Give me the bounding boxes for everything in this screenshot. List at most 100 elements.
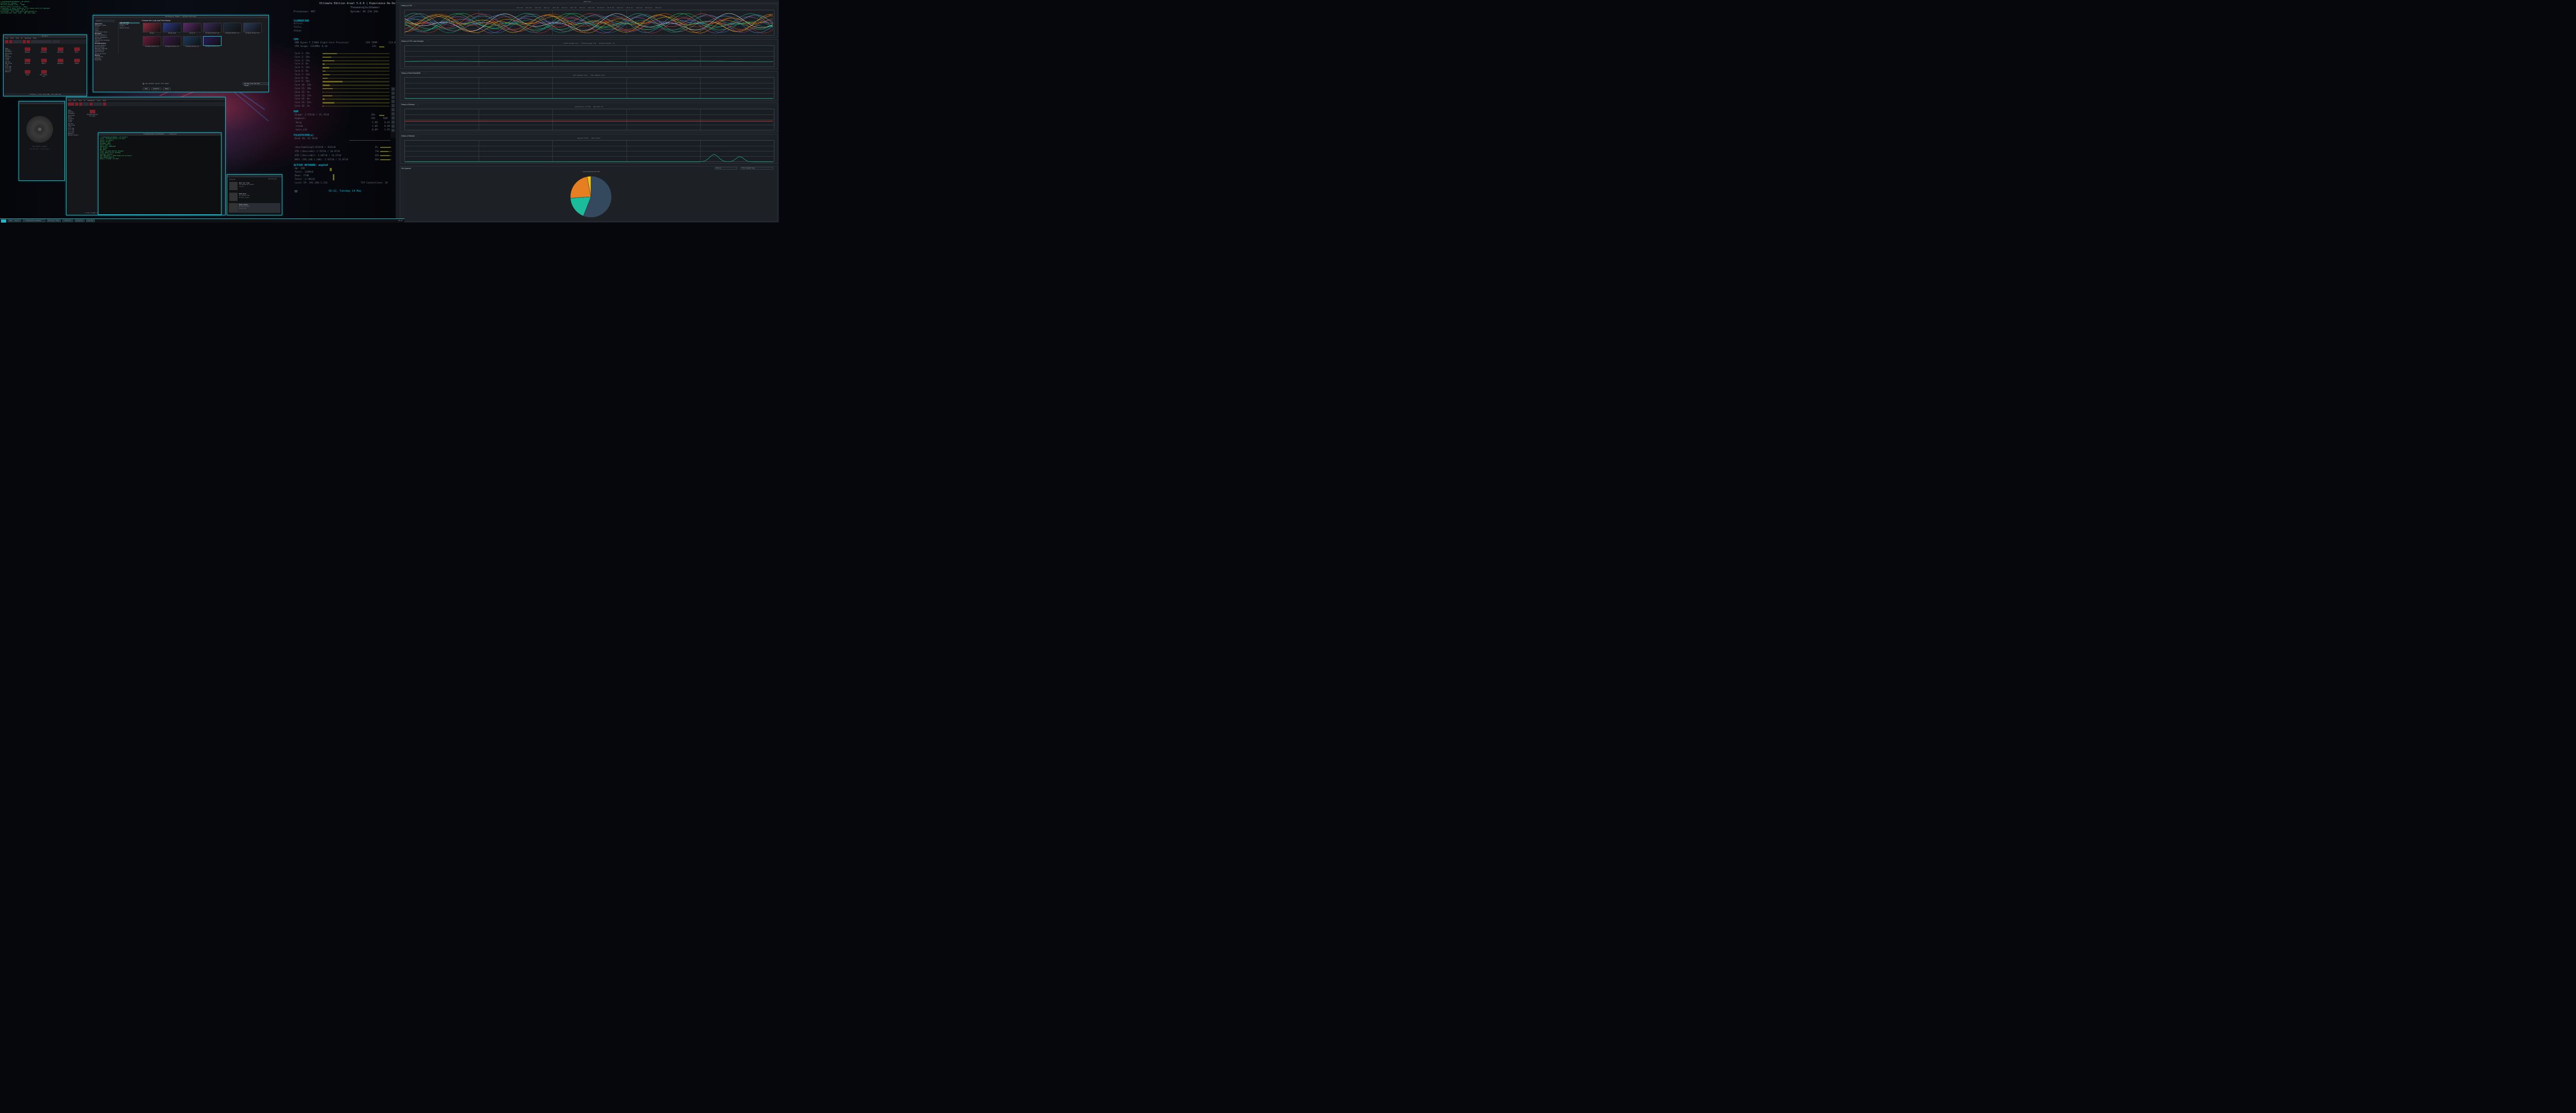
footer-button[interactable]: Help (143, 88, 150, 90)
theme-thumbnail[interactable]: Breeze Dark (163, 23, 181, 34)
folder-icon[interactable] (392, 108, 395, 111)
source-select[interactable]: Source (715, 167, 737, 170)
music-player-window[interactable]: The album is empty Add some music to thi… (19, 101, 65, 181)
taskbar-item[interactable]: Clementine (62, 220, 73, 222)
file-item[interactable]: Ultimate Edition 5.0 Arael (86, 110, 98, 117)
forward-button[interactable] (75, 103, 78, 106)
taskbar-item[interactable]: root@TheemahnJackHammer: ~ (23, 220, 45, 222)
gear-icon[interactable] (392, 104, 395, 107)
taskbar-item[interactable]: Overview (86, 220, 95, 222)
terminal-output[interactable]: [root@TheemahnJackHammer ~]# neofetch Li… (100, 137, 221, 214)
menu-settings[interactable]: Settings (25, 38, 31, 40)
footer-button[interactable]: Defaults (151, 88, 162, 90)
sidebar-item[interactable]: Network (5, 71, 21, 73)
search-input[interactable]: Search (95, 20, 115, 22)
desktop-layout-option[interactable]: Use desktop layout from theme (143, 83, 168, 85)
file-item[interactable]: Public (40, 59, 48, 64)
menu-view[interactable]: View (16, 38, 19, 40)
expand-icon[interactable]: ⛶ (418, 135, 419, 137)
file-item[interactable]: conky (23, 70, 31, 76)
theme-thumbnail[interactable]: Ultimate Edition 6.0 (243, 23, 262, 34)
expand-icon[interactable]: ⛶ (410, 167, 411, 169)
track-row[interactable]: Reminded In Coming Free Northern Lights (229, 192, 280, 202)
window-titlebar[interactable]: root@TheemahnJackHammer: ~ — Konsole (98, 133, 221, 136)
file-manager-window[interactable]: Dolphin File Edit View Go Settings Help Home D… (3, 35, 87, 96)
home-icon[interactable] (392, 88, 395, 91)
pencil-icon[interactable] (392, 92, 395, 95)
places-sidebar[interactable]: Home Desktop Documents Downloads Music Pictur… (5, 48, 21, 89)
brush-icon[interactable] (392, 96, 395, 99)
menu-go[interactable]: Go (84, 100, 86, 102)
settings-section-item[interactable]: Bluetooth (95, 59, 117, 61)
expand-icon[interactable]: ⛶ (417, 104, 418, 106)
theme-thumbnail[interactable]: Ultimate Edition 5.0 (203, 23, 222, 34)
chart-icon[interactable] (392, 112, 395, 115)
cube-icon[interactable] (392, 116, 395, 120)
file-item[interactable]: Desktop (23, 47, 31, 53)
menu-bookmarks[interactable]: Bookmarks (88, 100, 95, 102)
view-mode-button[interactable] (13, 40, 22, 43)
window-titlebar[interactable] (227, 175, 282, 177)
subnav-item[interactable]: Splash Screen (120, 27, 140, 29)
taskbar-item[interactable]: Ksysguard (74, 220, 84, 222)
track-list[interactable]: Wait My Time The Butterfly Effect Fiction R… (229, 181, 280, 214)
forward-button[interactable] (9, 40, 12, 43)
track-row[interactable]: Dead Sands In Mirror Exit Rising Star (229, 203, 280, 213)
track-row[interactable]: Wait My Time The Butterfly Effect Fiction (229, 181, 280, 191)
theme-thumbnail[interactable]: Ultimate Edition 6.4 (203, 36, 222, 47)
theme-thumbnail[interactable]: Ultimate Edition 6.2 (163, 36, 181, 47)
menu-help[interactable]: Help (103, 100, 106, 102)
window-titlebar[interactable] (19, 102, 64, 104)
grid-icon[interactable] (392, 125, 395, 128)
settings-sidebar[interactable]: Appearance Workspace Theme Colors Fonts … (95, 23, 117, 90)
menu-go[interactable]: Go (21, 38, 23, 40)
up-button[interactable] (79, 103, 82, 106)
window-titlebar[interactable]: Workspace Theme — System Settings (93, 15, 268, 18)
system-monitor-window[interactable]: Overview History of CPU ⛶ CPU 1 25% CPU 2 1… (396, 0, 779, 223)
file-item[interactable]: Music (73, 47, 81, 53)
file-item[interactable]: Pictures (23, 59, 31, 64)
theme-grid[interactable]: Breeze Breeze Dark Fusion 9 Ultimate Editio… (143, 23, 266, 69)
power-icon[interactable] (392, 121, 395, 124)
mini-player-window[interactable]: ⏮ ▶ ⏭ Now Playing Wait My Time The Butter… (227, 174, 282, 215)
application-launcher-icon[interactable] (1, 219, 6, 223)
window-titlebar[interactable]: Overview (396, 0, 779, 3)
menu-tools[interactable]: Tools (97, 100, 101, 102)
search-button[interactable] (103, 103, 106, 106)
previous-icon[interactable]: ⏮ (229, 178, 231, 180)
file-item[interactable]: Downloads (56, 47, 64, 53)
expand-icon[interactable]: ⛶ (427, 40, 428, 42)
menu-edit[interactable]: Edit (73, 100, 76, 102)
fs-type-select[interactable]: File System Type (740, 167, 773, 170)
menu-file[interactable]: File (5, 38, 8, 40)
menu-edit[interactable]: Edit (10, 38, 13, 40)
menu-file[interactable]: File (68, 100, 71, 102)
menu-view[interactable]: View (79, 100, 82, 102)
split-button[interactable] (23, 40, 26, 43)
play-icon[interactable]: ▶ (232, 178, 233, 180)
theme-thumbnail[interactable]: Ultimate Edition 6.1 (143, 36, 161, 47)
taskbar-item[interactable]: Home — Dolphin (8, 220, 22, 222)
workspace-theme-subnav[interactable]: Look and Feel Plasma Theme Cursors Splash S… (118, 22, 140, 53)
get-new-themes-button[interactable]: Get New Look and Feel Themes... (243, 82, 268, 87)
location-bar[interactable] (94, 103, 102, 106)
back-button[interactable] (5, 40, 8, 43)
file-item[interactable]: Videos (73, 59, 81, 64)
next-icon[interactable]: ⏭ (234, 178, 235, 180)
sidebar-item[interactable]: Shared Folders (68, 134, 83, 136)
checkbox[interactable] (143, 83, 144, 85)
menu-help[interactable]: Help (33, 38, 36, 40)
theme-thumbnail[interactable]: Breeze (143, 23, 161, 34)
terminal-icon[interactable] (392, 129, 395, 132)
view-mode-button[interactable] (83, 103, 89, 106)
system-settings-window[interactable]: Workspace Theme — System Settings Search… (93, 15, 269, 92)
new-tab-button[interactable] (27, 40, 30, 43)
search-button[interactable] (53, 40, 60, 43)
location-bar[interactable] (31, 40, 52, 43)
taskbar-item[interactable]: Workspace Theme (46, 220, 61, 222)
file-view[interactable]: Desktop Documents Downloads Music Pictures Pu… (22, 46, 87, 90)
footer-button[interactable]: Reset (163, 88, 171, 90)
konsole-window[interactable]: root@TheemahnJackHammer: ~ — Konsole [ro… (98, 132, 222, 215)
back-button[interactable] (68, 103, 74, 106)
theme-thumbnail[interactable]: Ultimate Edition 5.1 (223, 23, 242, 34)
